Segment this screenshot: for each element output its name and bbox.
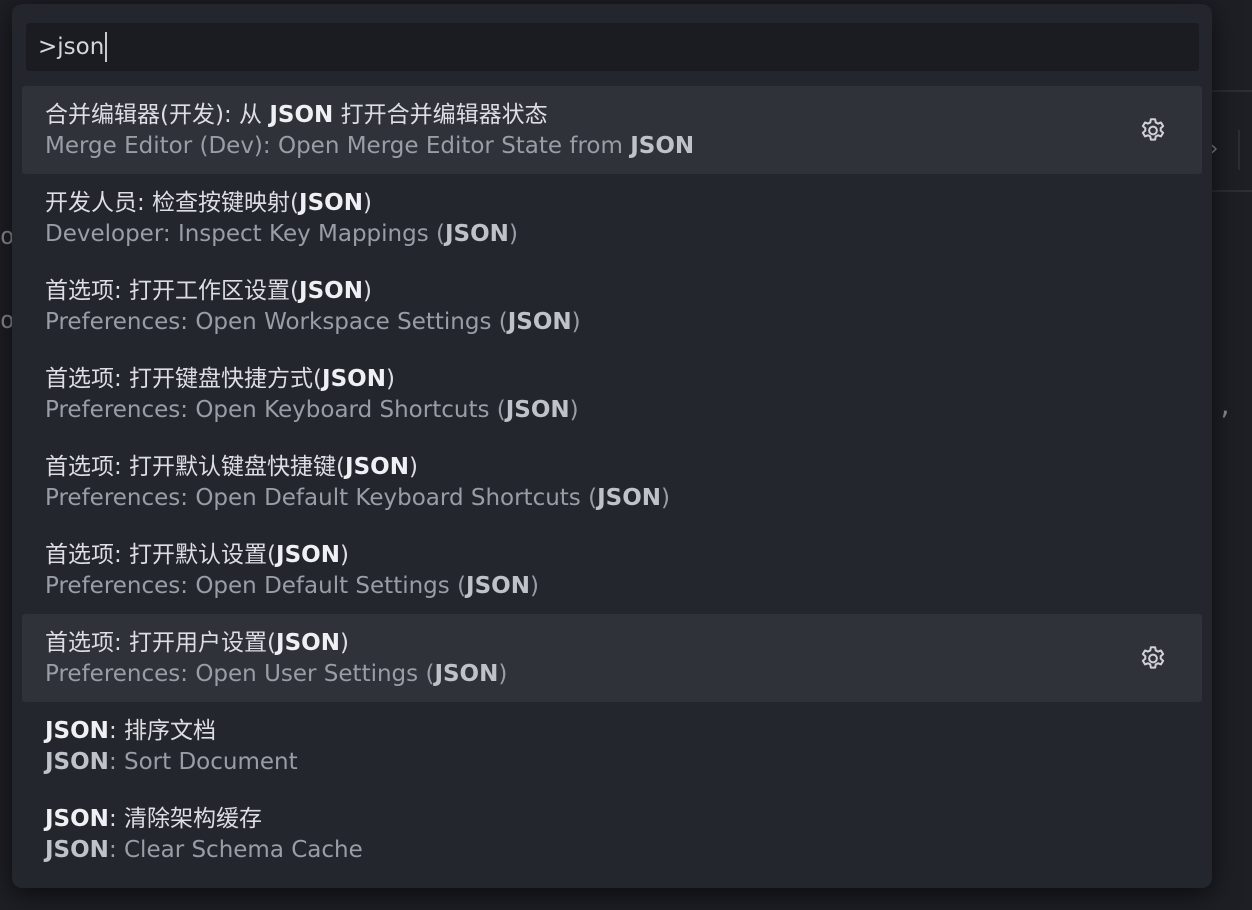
command-subtitle-suffix: ) bbox=[569, 397, 579, 423]
command-subtitle-prefix: Developer: Inspect Key Mappings ( bbox=[45, 221, 445, 247]
command-palette-input-text[interactable]: >json bbox=[38, 34, 104, 60]
command-title-suffix: : 排序文档 bbox=[108, 718, 216, 744]
command-title-prefix: 首选项: 打开默认设置( bbox=[45, 542, 277, 568]
text-caret bbox=[105, 32, 108, 62]
command-subtitle: Preferences: Open Keyboard Shortcuts (JS… bbox=[45, 397, 579, 423]
command-title-prefix: 首选项: 打开键盘快捷方式( bbox=[45, 366, 323, 392]
command-subtitle: Preferences: Open User Settings (JSON) bbox=[45, 661, 507, 687]
command-title-match: JSON bbox=[45, 718, 109, 744]
command-title: 首选项: 打开键盘快捷方式(JSON) bbox=[45, 359, 395, 393]
command-title-prefix: 首选项: 打开默认键盘快捷键( bbox=[45, 454, 346, 480]
editor-divider bbox=[1212, 90, 1252, 92]
command-item[interactable]: 首选项: 打开用户设置(JSON) Preferences: Open User … bbox=[22, 614, 1202, 702]
command-subtitle: Preferences: Open Default Settings (JSON… bbox=[45, 573, 539, 599]
command-subtitle-suffix: ) bbox=[571, 309, 581, 335]
command-subtitle-prefix: Preferences: Open User Settings ( bbox=[45, 661, 435, 687]
command-subtitle: Preferences: Open Workspace Settings (JS… bbox=[45, 309, 581, 335]
command-subtitle-prefix: Preferences: Open Default Settings ( bbox=[45, 573, 467, 599]
command-title-suffix: : 清除架构缓存 bbox=[108, 806, 262, 832]
editor-divider bbox=[1238, 130, 1240, 170]
command-subtitle-suffix: ) bbox=[661, 485, 671, 511]
command-title-match: JSON bbox=[299, 278, 363, 304]
command-title-suffix: ) bbox=[385, 366, 395, 392]
command-title: 合并编辑器(开发): 从 JSON 打开合并编辑器状态 bbox=[45, 95, 548, 129]
command-title: 首选项: 打开工作区设置(JSON) bbox=[45, 271, 372, 305]
command-title: JSON: 清除架构缓存 bbox=[45, 799, 262, 833]
command-title-suffix: 打开合并编辑器状态 bbox=[333, 102, 548, 128]
command-palette-input[interactable]: >json bbox=[26, 23, 1199, 71]
command-title: 首选项: 打开默认设置(JSON) bbox=[45, 535, 349, 569]
command-subtitle: JSON: Clear Schema Cache bbox=[45, 837, 363, 863]
command-title-match: JSON bbox=[45, 806, 109, 832]
command-title-match: JSON bbox=[322, 366, 386, 392]
command-subtitle-suffix: : Clear Schema Cache bbox=[108, 837, 363, 863]
command-title-prefix: 开发人员: 检查按键映射( bbox=[45, 190, 300, 216]
command-subtitle-suffix: ) bbox=[529, 573, 539, 599]
command-title-match: JSON bbox=[276, 630, 340, 656]
command-title-match: JSON bbox=[269, 102, 334, 128]
command-title: JSON: 排序文档 bbox=[45, 711, 216, 745]
command-title-suffix: ) bbox=[339, 542, 349, 568]
command-title: 开发人员: 检查按键映射(JSON) bbox=[45, 183, 372, 217]
command-item[interactable]: 合并编辑器(开发): 从 JSON 打开合并编辑器状态 Merge Editor … bbox=[22, 86, 1202, 174]
gear-icon[interactable] bbox=[1138, 644, 1168, 674]
editor-divider bbox=[1212, 190, 1252, 192]
command-subtitle-match: JSON bbox=[45, 749, 109, 775]
command-item[interactable]: 首选项: 打开工作区设置(JSON) Preferences: Open Work… bbox=[22, 262, 1202, 350]
command-subtitle-match: JSON bbox=[445, 221, 509, 247]
command-subtitle-match: JSON bbox=[45, 837, 109, 863]
command-item[interactable]: 首选项: 打开键盘快捷方式(JSON) Preferences: Open Key… bbox=[22, 350, 1202, 438]
command-subtitle-match: JSON bbox=[507, 309, 572, 335]
command-title-prefix: 首选项: 打开用户设置( bbox=[45, 630, 277, 656]
command-subtitle-prefix: Merge Editor (Dev): Open Merge Editor St… bbox=[45, 133, 631, 159]
command-subtitle-suffix: ) bbox=[508, 221, 518, 247]
command-item[interactable]: 开发人员: 检查按键映射(JSON) Developer: Inspect Key… bbox=[22, 174, 1202, 262]
command-item[interactable]: 首选项: 打开默认键盘快捷键(JSON) Preferences: Open De… bbox=[22, 438, 1202, 526]
command-subtitle-prefix: Preferences: Open Workspace Settings ( bbox=[45, 309, 508, 335]
command-title-match: JSON bbox=[276, 542, 340, 568]
command-subtitle-suffix: : Sort Document bbox=[108, 749, 298, 775]
command-list: 合并编辑器(开发): 从 JSON 打开合并编辑器状态 Merge Editor … bbox=[22, 86, 1202, 878]
command-title-prefix: 合并编辑器(开发): 从 bbox=[45, 102, 270, 128]
command-subtitle-prefix: Preferences: Open Keyboard Shortcuts ( bbox=[45, 397, 506, 423]
command-subtitle-match: JSON bbox=[597, 485, 662, 511]
command-title: 首选项: 打开默认键盘快捷键(JSON) bbox=[45, 447, 418, 481]
command-item[interactable]: JSON: 排序文档 JSON: Sort Document bbox=[22, 702, 1202, 790]
command-title-prefix: 首选项: 打开工作区设置( bbox=[45, 278, 300, 304]
command-subtitle-match: JSON bbox=[630, 133, 695, 159]
command-title-suffix: ) bbox=[339, 630, 349, 656]
command-title: 首选项: 打开用户设置(JSON) bbox=[45, 623, 349, 657]
command-title-suffix: ) bbox=[362, 278, 372, 304]
command-subtitle-prefix: Preferences: Open Default Keyboard Short… bbox=[45, 485, 598, 511]
command-title-suffix: ) bbox=[362, 190, 372, 216]
command-palette: >json 合并编辑器(开发): 从 JSON 打开合并编辑器状态 Merge E… bbox=[12, 4, 1212, 888]
command-subtitle: Merge Editor (Dev): Open Merge Editor St… bbox=[45, 133, 694, 159]
background-code-glyph: , bbox=[1218, 392, 1233, 420]
command-subtitle: Developer: Inspect Key Mappings (JSON) bbox=[45, 221, 518, 247]
command-title-suffix: ) bbox=[408, 454, 418, 480]
command-subtitle-match: JSON bbox=[434, 661, 499, 687]
command-subtitle-match: JSON bbox=[505, 397, 570, 423]
command-title-match: JSON bbox=[345, 454, 409, 480]
command-item[interactable]: 首选项: 打开默认设置(JSON) Preferences: Open Defau… bbox=[22, 526, 1202, 614]
command-subtitle: Preferences: Open Default Keyboard Short… bbox=[45, 485, 670, 511]
command-subtitle: JSON: Sort Document bbox=[45, 749, 298, 775]
command-title-match: JSON bbox=[299, 190, 363, 216]
command-subtitle-match: JSON bbox=[466, 573, 530, 599]
gear-icon[interactable] bbox=[1138, 116, 1168, 146]
command-item[interactable]: JSON: 清除架构缓存 JSON: Clear Schema Cache bbox=[22, 790, 1202, 878]
command-subtitle-suffix: ) bbox=[498, 661, 508, 687]
